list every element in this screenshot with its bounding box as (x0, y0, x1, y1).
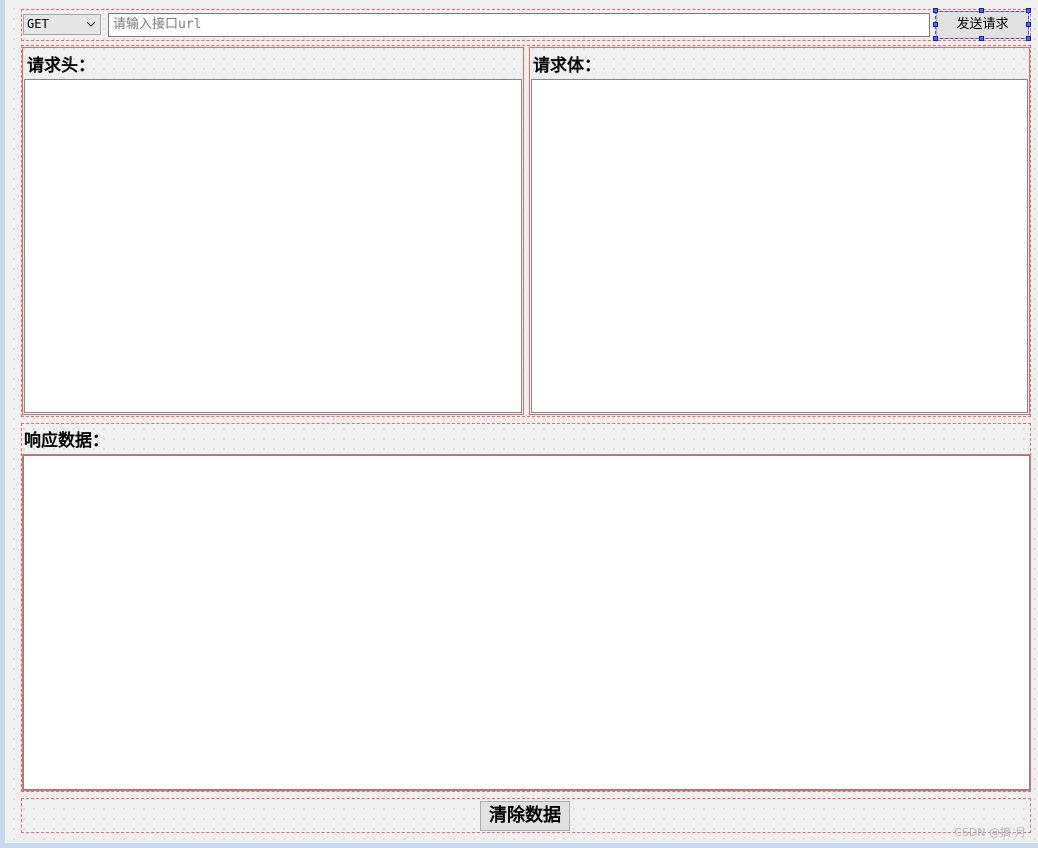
designer-canvas: GET 请输入接口url 发送请求 请求头： 请求体： 响应数据： 清除数据 C… (0, 0, 1038, 848)
resize-handle-bl[interactable] (933, 36, 938, 41)
send-request-button[interactable]: 发送请求 (936, 11, 1029, 39)
response-label: 响应数据： (24, 431, 109, 451)
resize-handle-tr[interactable] (1026, 8, 1031, 13)
resize-handle-tm[interactable] (979, 8, 984, 13)
method-select-value: GET (27, 17, 49, 31)
response-textarea-outline (22, 454, 1031, 791)
headers-label: 请求头： (27, 56, 95, 76)
body-label: 请求体： (533, 56, 601, 76)
url-input-placeholder: 请输入接口url (113, 17, 202, 32)
method-select[interactable]: GET (23, 14, 101, 35)
resize-handle-ml[interactable] (933, 22, 938, 27)
clear-data-button[interactable]: 清除数据 (480, 801, 570, 831)
headers-textarea[interactable] (24, 79, 522, 413)
resize-handle-mr[interactable] (1026, 22, 1031, 27)
watermark: CSDN @摘-月 (954, 826, 1026, 839)
body-textarea[interactable] (531, 79, 1028, 413)
url-input[interactable]: 请输入接口url (108, 13, 930, 37)
chevron-down-icon (87, 21, 95, 27)
resize-handle-br[interactable] (1026, 36, 1031, 41)
resize-handle-tl[interactable] (933, 8, 938, 13)
resize-handle-bm[interactable] (979, 36, 984, 41)
